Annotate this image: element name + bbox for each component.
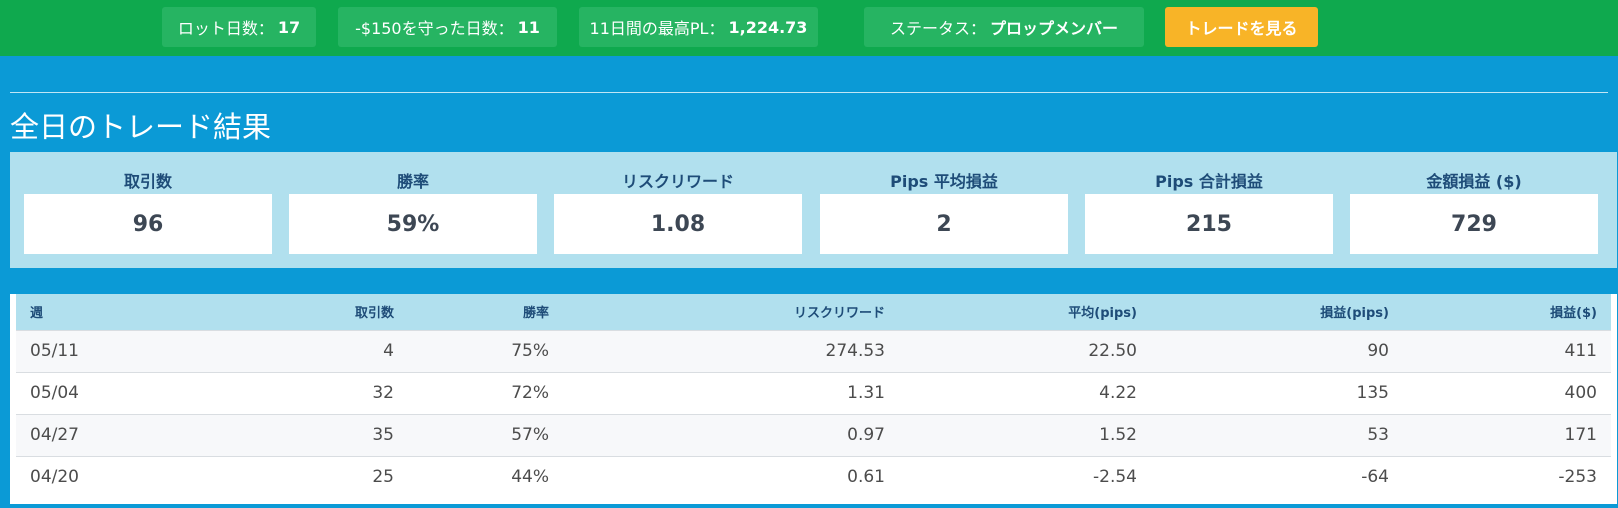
cell-trades: 4 (383, 341, 394, 361)
cell-win-rate: 44% (511, 467, 549, 488)
cell-pl-pips: 53 (1367, 425, 1389, 445)
cell-pl-pips: -64 (1361, 467, 1389, 488)
table-row: 05/11 4 75% 274.53 22.50 90 411 (16, 330, 1611, 372)
cell-week: 05/11 (30, 341, 79, 361)
top-status-bar: ロット日数： 17 -$150を守った日数： 11 11日間の最高PL： 1,224.… (0, 0, 1618, 56)
stat-value: 215 (1085, 194, 1333, 254)
cell-week: 04/20 (30, 467, 79, 488)
cell-avg-pips: 22.50 (1088, 341, 1137, 361)
kept-days-pill: -$150を守った日数： 11 (338, 7, 557, 47)
weekly-results-table: 週 取引数 勝率 リスクリワード 平均(pips) 損益(pips) 損益($)… (16, 294, 1611, 498)
cell-avg-pips: 4.22 (1099, 383, 1137, 403)
page-title: 全日のトレード結果 (10, 110, 272, 144)
stat-risk-reward: リスクリワード 1.08 (554, 152, 802, 268)
cell-avg-pips: 1.52 (1099, 425, 1137, 445)
status-value: プロップメンバー (990, 19, 1119, 38)
cell-risk-reward: 1.31 (847, 383, 885, 403)
stat-value: 1.08 (554, 194, 802, 254)
cell-win-rate: 75% (511, 341, 549, 361)
stat-pips-total: Pips 合計損益 215 (1085, 152, 1333, 268)
col-header-win-rate: 勝率 (522, 306, 549, 322)
stat-value: 59% (289, 194, 537, 254)
stat-value: 2 (820, 194, 1068, 254)
lot-days-pill: ロット日数： 17 (162, 7, 316, 47)
cell-pl-dollar: -253 (1558, 467, 1597, 488)
stat-pips-average: Pips 平均損益 2 (820, 152, 1068, 268)
col-header-pl-dollar: 損益($) (1550, 306, 1597, 322)
cell-pl-dollar: 411 (1564, 341, 1597, 361)
stat-label: Pips 合計損益 (1155, 172, 1263, 191)
stat-label: Pips 平均損益 (890, 172, 998, 191)
cell-risk-reward: 274.53 (825, 341, 885, 361)
col-header-week: 週 (30, 306, 44, 322)
lot-days-label: ロット日数： (177, 19, 274, 38)
lot-days-value: 17 (277, 17, 301, 37)
cell-risk-reward: 0.97 (847, 425, 885, 445)
table-row: 05/04 32 72% 1.31 4.22 135 400 (16, 372, 1611, 414)
stat-label: 金額損益 ($) (1426, 172, 1522, 191)
view-trades-button[interactable]: トレードを見る (1165, 7, 1318, 47)
table-row: 04/27 35 57% 0.97 1.52 53 171 (16, 414, 1611, 456)
summary-stats-panel: 取引数 96 勝率 59% リスクリワード 1.08 Pips 平均損益 2 P… (10, 152, 1617, 268)
best-pl-value: 1,224.73 (728, 17, 808, 37)
col-header-risk-reward: リスクリワード (793, 306, 885, 322)
cell-pl-pips: 135 (1356, 383, 1389, 403)
table-header-row: 週 取引数 勝率 リスクリワード 平均(pips) 損益(pips) 損益($) (16, 294, 1611, 330)
stat-label: 勝率 (396, 172, 429, 191)
best-pl-label: 11日間の最高PL： (589, 19, 725, 38)
status-label: ステータス： (889, 19, 986, 38)
cell-win-rate: 72% (511, 383, 549, 403)
cell-risk-reward: 0.61 (847, 467, 885, 488)
kept-days-label: -$150を守った日数： (355, 19, 514, 38)
cell-avg-pips: -2.54 (1093, 467, 1137, 488)
best-pl-pill: 11日間の最高PL： 1,224.73 (579, 7, 818, 47)
cell-week: 04/27 (30, 425, 79, 445)
col-header-pl-pips: 損益(pips) (1320, 306, 1389, 322)
stat-value: 96 (24, 194, 272, 254)
stat-label: 取引数 (123, 172, 172, 191)
cell-trades: 25 (372, 467, 394, 488)
stat-win-rate: 勝率 59% (289, 152, 537, 268)
stat-value: 729 (1350, 194, 1598, 254)
weekly-results-table-wrap: 週 取引数 勝率 リスクリワード 平均(pips) 損益(pips) 損益($)… (10, 294, 1617, 504)
table-row: 04/20 25 44% 0.61 -2.54 -64 -253 (16, 456, 1611, 498)
status-pill: ステータス： プロップメンバー (864, 7, 1144, 47)
cell-trades: 32 (372, 383, 394, 403)
stat-label: リスクリワード (621, 172, 734, 191)
col-header-avg-pips: 平均(pips) (1068, 306, 1137, 322)
cell-week: 05/04 (30, 383, 79, 403)
stat-amount-pl: 金額損益 ($) 729 (1350, 152, 1598, 268)
col-header-trades: 取引数 (354, 306, 394, 322)
kept-days-value: 11 (517, 17, 540, 37)
cell-trades: 35 (372, 425, 394, 445)
cell-win-rate: 57% (511, 425, 549, 445)
cell-pl-pips: 90 (1367, 341, 1389, 361)
cell-pl-dollar: 400 (1564, 383, 1597, 403)
cell-pl-dollar: 171 (1564, 425, 1597, 445)
section-divider (10, 92, 1608, 93)
stat-trade-count: 取引数 96 (24, 152, 272, 268)
